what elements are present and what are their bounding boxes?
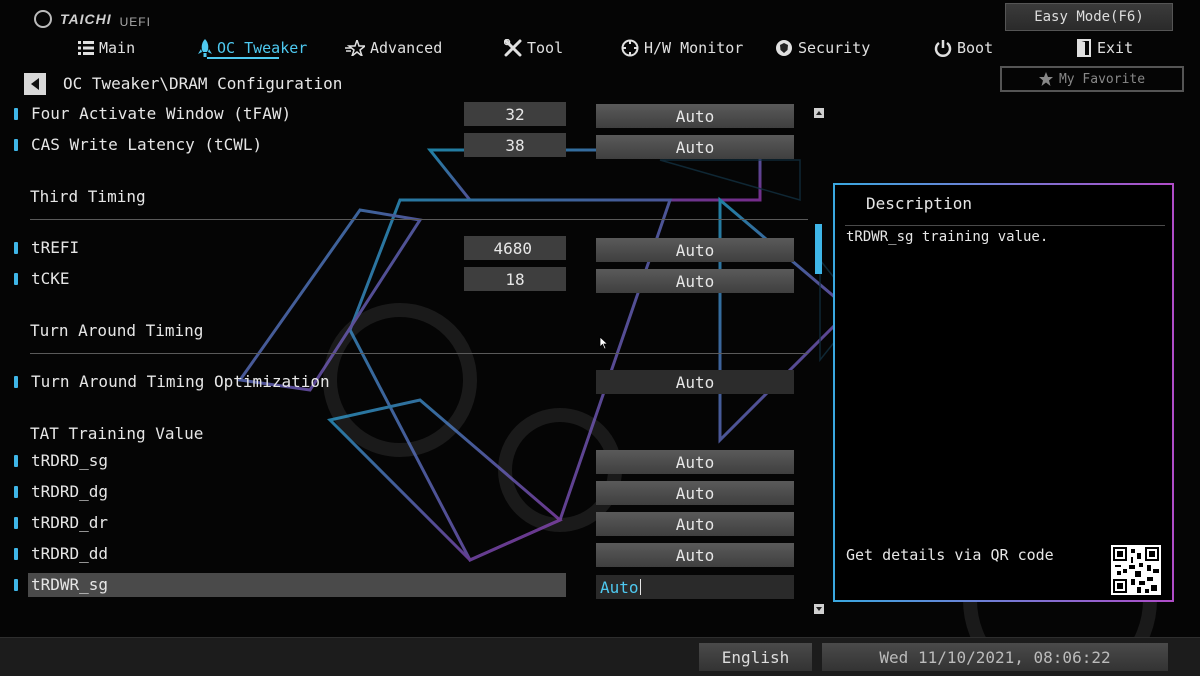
mouse-cursor-icon — [599, 336, 609, 350]
qr-code-icon — [1111, 545, 1161, 595]
description-text: tRDWR_sg training value. — [846, 229, 1049, 245]
language-button[interactable]: English — [699, 643, 812, 671]
scroll-up-button[interactable] — [814, 108, 824, 118]
row-bullet — [14, 273, 18, 285]
grid-list-icon — [78, 41, 94, 55]
tab-main[interactable]: Main — [78, 36, 135, 60]
setting-value[interactable]: Auto — [596, 269, 794, 293]
star-icon — [345, 40, 365, 56]
setting-label-selected[interactable]: tRDWR_sg — [31, 575, 108, 594]
setting-value[interactable]: Auto — [596, 104, 794, 128]
setting-value[interactable]: Auto — [596, 543, 794, 567]
tab-exit-label: Exit — [1097, 39, 1134, 57]
tab-hw-monitor-label: H/W Monitor — [644, 39, 744, 57]
shield-badge-icon — [776, 40, 792, 56]
triangle-down-icon — [816, 607, 822, 611]
setting-value[interactable]: Auto — [596, 135, 794, 159]
back-button[interactable] — [24, 73, 46, 95]
power-icon — [934, 40, 952, 57]
wrench-icon — [504, 39, 522, 57]
setting-label[interactable]: tRDRD_sg — [31, 451, 108, 470]
exit-door-icon — [1077, 39, 1091, 57]
setting-label[interactable]: tCKE — [31, 269, 70, 288]
scrollbar-thumb[interactable] — [815, 224, 822, 274]
tab-tool-label: Tool — [527, 39, 564, 57]
setting-value[interactable]: Auto — [596, 450, 794, 474]
description-title: Description — [866, 194, 972, 213]
selected-row-highlight — [28, 573, 566, 597]
section-title: Turn Around Timing — [30, 321, 204, 340]
active-tab-underline — [207, 57, 279, 59]
tab-hw-monitor[interactable]: H/W Monitor — [621, 36, 743, 60]
setting-label[interactable]: CAS Write Latency (tCWL) — [31, 135, 262, 154]
setting-label[interactable]: tREFI — [31, 238, 79, 257]
setting-value[interactable]: Auto — [596, 370, 794, 394]
setting-value[interactable]: Auto — [596, 512, 794, 536]
tab-main-label: Main — [99, 39, 136, 57]
row-bullet — [14, 579, 18, 591]
date-time-display[interactable]: Wed 11/10/2021, 08:06:22 — [822, 643, 1168, 671]
row-bullet — [14, 139, 18, 151]
tab-advanced-label: Advanced — [370, 39, 443, 57]
setting-label[interactable]: tRDRD_dr — [31, 513, 108, 532]
tab-exit[interactable]: Exit — [1076, 36, 1133, 60]
section-divider — [30, 353, 808, 354]
setting-value[interactable]: Auto — [596, 238, 794, 262]
row-bullet — [14, 455, 18, 467]
row-bullet — [14, 242, 18, 254]
tab-security-label: Security — [798, 39, 871, 57]
section-title: Third Timing — [30, 187, 146, 206]
setting-label[interactable]: tRDRD_dg — [31, 482, 108, 501]
editing-value-text: Auto — [600, 577, 639, 597]
taichi-logo-icon — [34, 10, 52, 28]
my-favorite-label: My Favorite — [1058, 71, 1146, 87]
brand-logo: TAICHI UEFI — [34, 8, 151, 30]
setting-label[interactable]: tRDRD_dd — [31, 544, 108, 563]
qr-code-label: Get details via QR code — [846, 546, 1054, 564]
rocket-icon — [198, 39, 212, 57]
scroll-down-button[interactable] — [814, 604, 824, 614]
row-bullet — [14, 108, 18, 120]
tab-advanced[interactable]: Advanced — [345, 36, 442, 60]
description-panel — [833, 183, 1174, 602]
brand-sub: UEFI — [119, 15, 151, 29]
row-bullet — [14, 517, 18, 529]
current-value: 4680 — [464, 236, 566, 260]
section-divider — [30, 219, 808, 220]
row-bullet — [14, 548, 18, 560]
monitor-gauge-icon — [621, 39, 639, 57]
breadcrumb: OC Tweaker\DRAM Configuration — [63, 74, 343, 93]
tab-tool[interactable]: Tool — [504, 36, 563, 60]
current-value: 18 — [464, 267, 566, 291]
current-value: 32 — [464, 102, 566, 126]
brand-name: TAICHI — [60, 11, 112, 27]
tab-security[interactable]: Security — [775, 36, 870, 60]
row-bullet — [14, 376, 18, 388]
row-bullet — [14, 486, 18, 498]
tab-boot-label: Boot — [957, 39, 994, 57]
setting-value[interactable]: Auto — [596, 481, 794, 505]
text-caret — [639, 579, 641, 595]
setting-label[interactable]: Four Activate Window (tFAW) — [31, 104, 291, 123]
description-divider — [845, 225, 1165, 226]
tab-oc-tweaker-label: OC Tweaker — [217, 39, 308, 57]
triangle-up-icon — [816, 111, 822, 115]
current-value: 38 — [464, 133, 566, 157]
my-favorite-button[interactable]: My Favorite — [1000, 66, 1184, 92]
section-title: TAT Training Value — [30, 424, 204, 443]
tab-boot[interactable]: Boot — [934, 36, 993, 60]
arrow-left-icon — [31, 78, 39, 90]
setting-value-editing[interactable]: Auto — [596, 575, 794, 599]
easy-mode-button[interactable]: Easy Mode(F6) — [1005, 3, 1173, 31]
setting-label[interactable]: Turn Around Timing Optimization — [31, 372, 330, 391]
star-icon — [1038, 72, 1053, 86]
